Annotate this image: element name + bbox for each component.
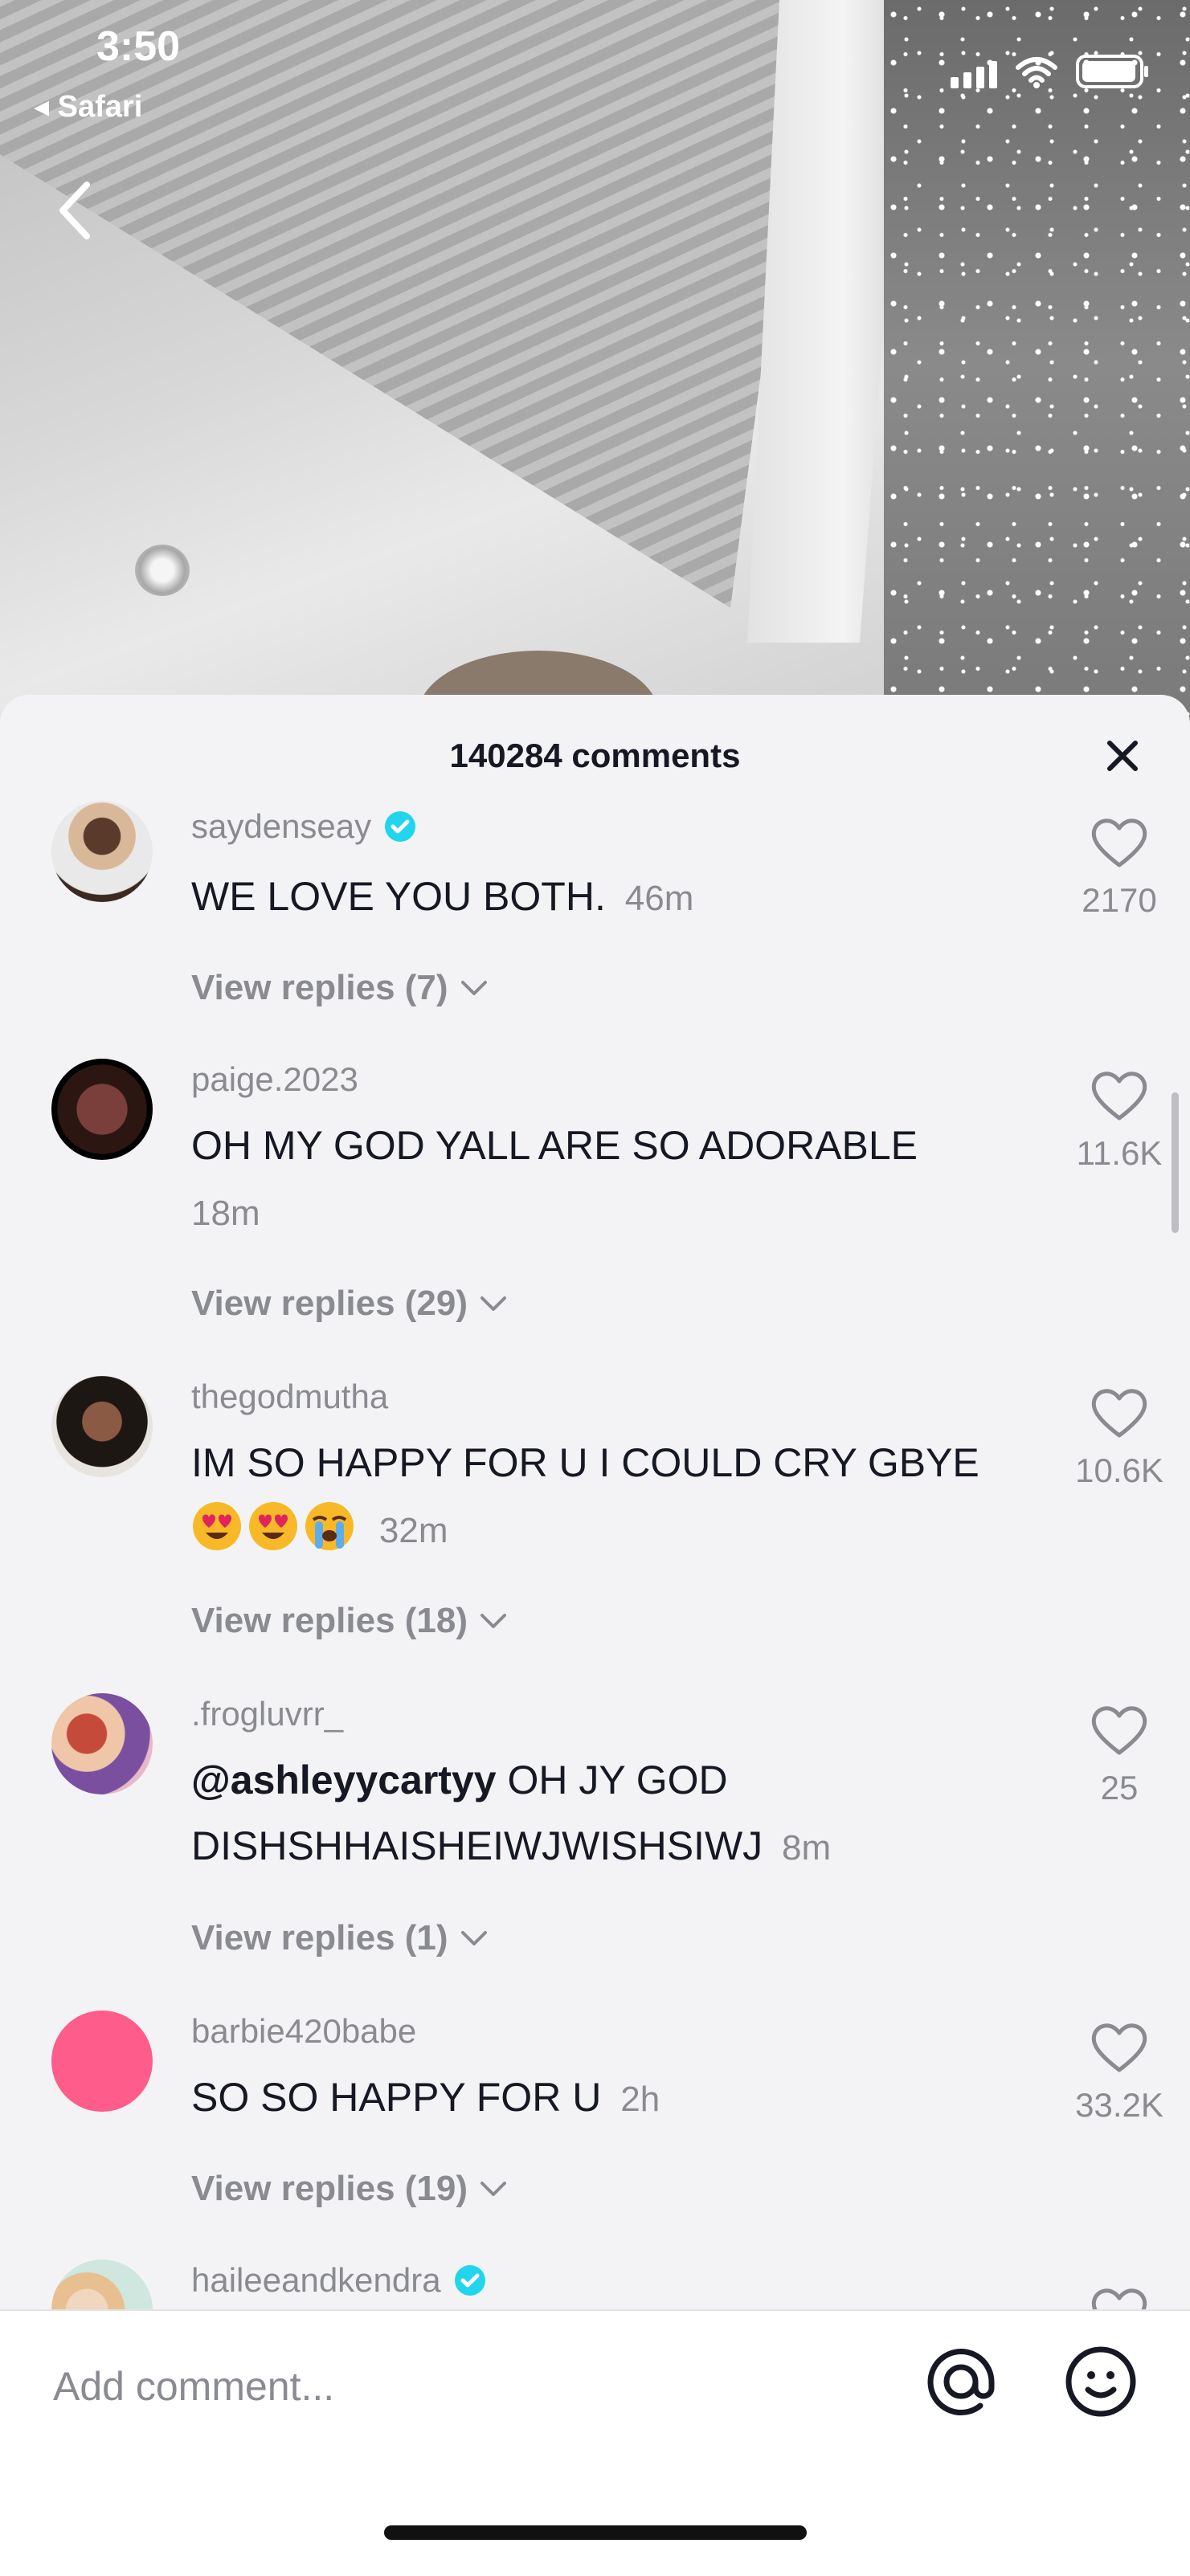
chevron-down-icon [480,1296,507,1311]
like-button[interactable]: 25 [1071,1703,1168,1807]
view-replies-label: View replies (29) [191,1284,468,1323]
comment-mention[interactable]: @ashleyycartyy [191,1757,497,1802]
comment-username[interactable]: saydenseay [191,807,416,846]
view-replies-label: View replies (18) [191,1601,468,1640]
video-background [0,0,1190,723]
verified-badge-icon [385,811,416,842]
comment-username[interactable]: barbie420babe [191,2012,416,2051]
view-replies-button[interactable]: View replies (1) [191,1918,489,1958]
view-replies-button[interactable]: View replies (18) [191,1601,508,1641]
status-icons [951,55,1150,88]
like-button[interactable]: 33.2K [1071,2020,1168,2125]
comment-text: IM SO HAPPY FOR U I COULD CRY GBYE 32m [191,1430,1011,1564]
comments-sheet: 140284 comments saydenseay WE LOVE YOU B… [0,695,1190,2574]
username-text: barbie420babe [191,2012,417,2050]
like-button[interactable]: 11.6K [1071,1068,1168,1173]
close-icon[interactable] [1103,737,1142,775]
chevron-down-icon [480,1614,507,1628]
avatar[interactable] [51,2011,153,2112]
heart-icon [1091,1389,1147,1438]
ceiling-light [135,545,190,596]
like-count: 2170 [1082,881,1157,919]
wifi-icon [1015,56,1058,88]
loudly-crying-emoji [305,1502,354,1550]
username-text: paige.2023 [191,1060,358,1098]
comment-username[interactable]: .frogluvrr_ [191,1695,343,1733]
comment-time: 46m [624,879,694,918]
view-replies-label: View replies (7) [191,968,448,1007]
at-sign-icon[interactable] [922,2343,1000,2420]
comment-text: WE LOVE YOU BOTH. 46m [191,863,1011,932]
heart-icon [1091,819,1147,868]
comment-time: 8m [782,1828,832,1868]
chevron-down-icon [460,1931,487,1945]
heart-icon [1091,1072,1147,1121]
home-indicator[interactable] [384,2525,807,2540]
comment-username[interactable]: paige.2023 [191,1060,358,1099]
heart-eyes-emoji [193,1502,241,1550]
comment-text: @ashleyycartyy OH JY GOD DISHSHHAISHEIWJ… [191,1747,1011,1881]
avatar[interactable] [51,1059,153,1160]
smiley-icon[interactable] [1062,2343,1139,2420]
chevron-down-icon [480,2182,507,2196]
comment-username[interactable]: thegodmutha [191,1378,388,1416]
avatar[interactable] [51,801,153,902]
back-chevron-icon[interactable] [51,178,100,243]
like-count: 11.6K [1076,1134,1163,1172]
view-replies-button[interactable]: View replies (29) [191,1284,508,1324]
comment-time: 18m [191,1194,260,1233]
view-replies-button[interactable]: View replies (7) [191,968,489,1008]
like-count: 10.6K [1075,1451,1163,1489]
view-replies-button[interactable]: View replies (19) [191,2169,508,2209]
scrollbar-thumb[interactable] [1172,1092,1179,1233]
comment-text: OH MY GOD YALL ARE SO ADORABLE 18m [191,1112,1011,1247]
comment-body: WE LOVE YOU BOTH. [191,874,606,919]
comment-time: 32m [378,1511,448,1550]
avatar[interactable] [51,1376,153,1477]
avatar[interactable] [51,1693,153,1794]
chevron-down-icon [460,981,487,995]
username-text: thegodmutha [191,1378,389,1415]
battery-icon [1076,55,1150,88]
cellular-signal-icon [951,61,997,88]
like-count: 25 [1100,1769,1139,1806]
comment-body: SO SO HAPPY FOR U [191,2075,602,2120]
comment-time: 2h [620,2080,660,2119]
status-time: 3:50 [96,23,181,70]
like-count: 33.2K [1075,2086,1163,2124]
heart-icon [1091,2023,1147,2072]
heart-eyes-emoji [249,1502,297,1550]
comment-body: IM SO HAPPY FOR U I COULD CRY GBYE [191,1440,979,1485]
comment-username[interactable]: haileeandkendra [191,2261,486,2300]
username-text: haileeandkendra [191,2261,441,2299]
comment-input[interactable]: Add comment... [53,2363,334,2410]
heart-icon [1091,1706,1147,1755]
comment-input-bar: Add comment... [0,2309,1190,2576]
username-text: .frogluvrr_ [191,1695,344,1733]
comment-count: 140284 comments [449,737,741,774]
view-replies-label: View replies (19) [191,2169,468,2208]
view-replies-label: View replies (1) [191,1918,448,1958]
comment-text: SO SO HAPPY FOR U 2h [191,2064,1011,2133]
comments-header: 140284 comments [0,695,1190,823]
verified-badge-icon [454,2265,485,2296]
back-to-safari-link[interactable]: ◂ Safari [34,88,142,125]
like-button[interactable]: 10.6K [1071,1386,1168,1490]
username-text: saydenseay [191,807,372,845]
glitter-wall [884,0,1190,723]
comment-body: OH MY GOD YALL ARE SO ADORABLE [191,1123,918,1168]
like-button[interactable]: 2170 [1071,815,1168,920]
